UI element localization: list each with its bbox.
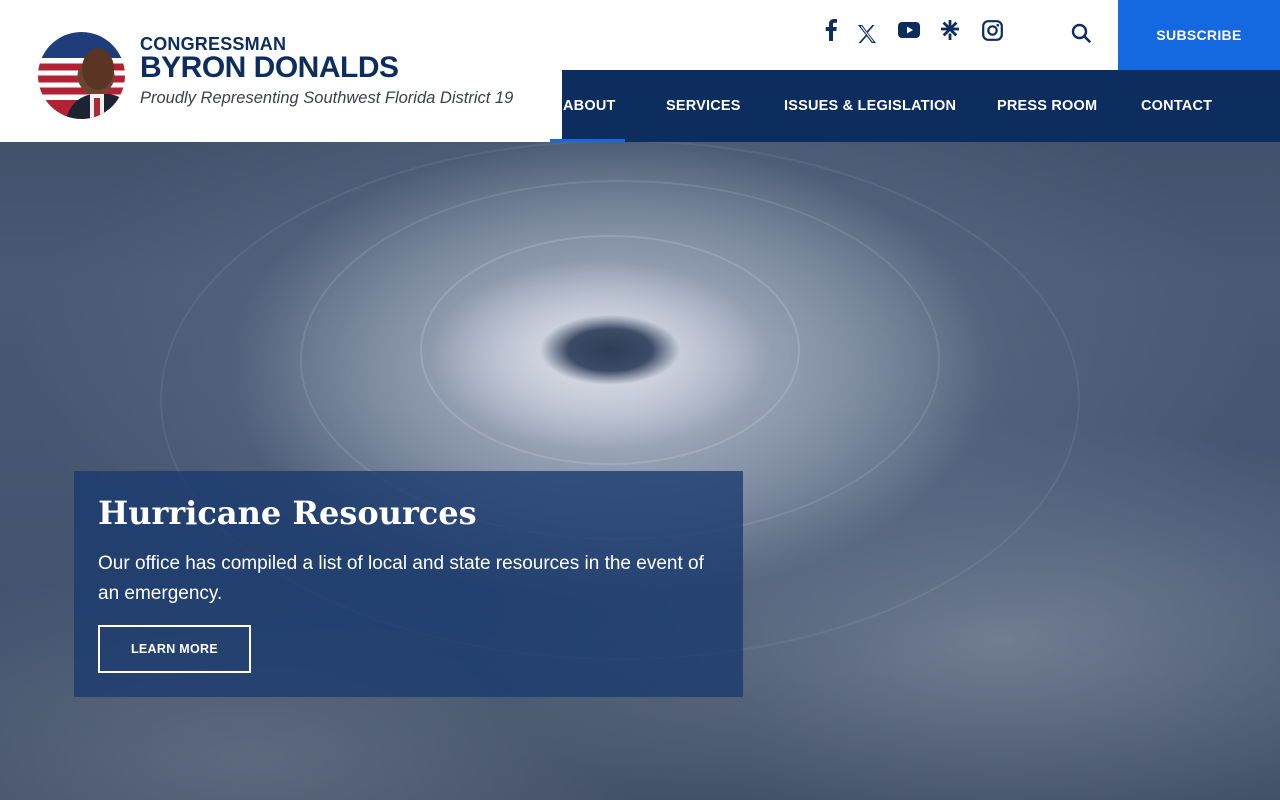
avatar-head bbox=[82, 48, 114, 90]
nav-item-about[interactable]: ABOUT bbox=[563, 70, 616, 142]
subscribe-button[interactable]: SUBSCRIBE bbox=[1118, 0, 1280, 70]
nav-item-services[interactable]: SERVICES bbox=[666, 70, 741, 142]
nav-item-contact[interactable]: CONTACT bbox=[1141, 70, 1212, 142]
nav-item-press-room[interactable]: PRESS ROOM bbox=[997, 70, 1097, 142]
brand-tagline: Proudly Representing Southwest Florida D… bbox=[140, 89, 514, 107]
brand-name[interactable]: BYRON DONALDS bbox=[140, 51, 399, 85]
youtube-icon[interactable] bbox=[897, 16, 921, 44]
facebook-icon[interactable] bbox=[820, 16, 842, 44]
feature-description: Our office has compiled a list of local … bbox=[98, 553, 704, 604]
nav-active-indicator bbox=[550, 139, 625, 142]
feature-title: Hurricane Resources bbox=[98, 494, 477, 532]
nav-item-issues-legislation[interactable]: ISSUES & LEGISLATION bbox=[784, 70, 956, 142]
instagram-icon[interactable] bbox=[980, 16, 1004, 44]
search-icon[interactable] bbox=[1068, 20, 1094, 46]
learn-more-button[interactable]: LEARN MORE bbox=[98, 625, 251, 673]
linktree-icon[interactable] bbox=[939, 16, 961, 44]
avatar-tie bbox=[94, 98, 100, 118]
x-twitter-icon[interactable] bbox=[856, 20, 878, 48]
avatar bbox=[38, 32, 125, 119]
